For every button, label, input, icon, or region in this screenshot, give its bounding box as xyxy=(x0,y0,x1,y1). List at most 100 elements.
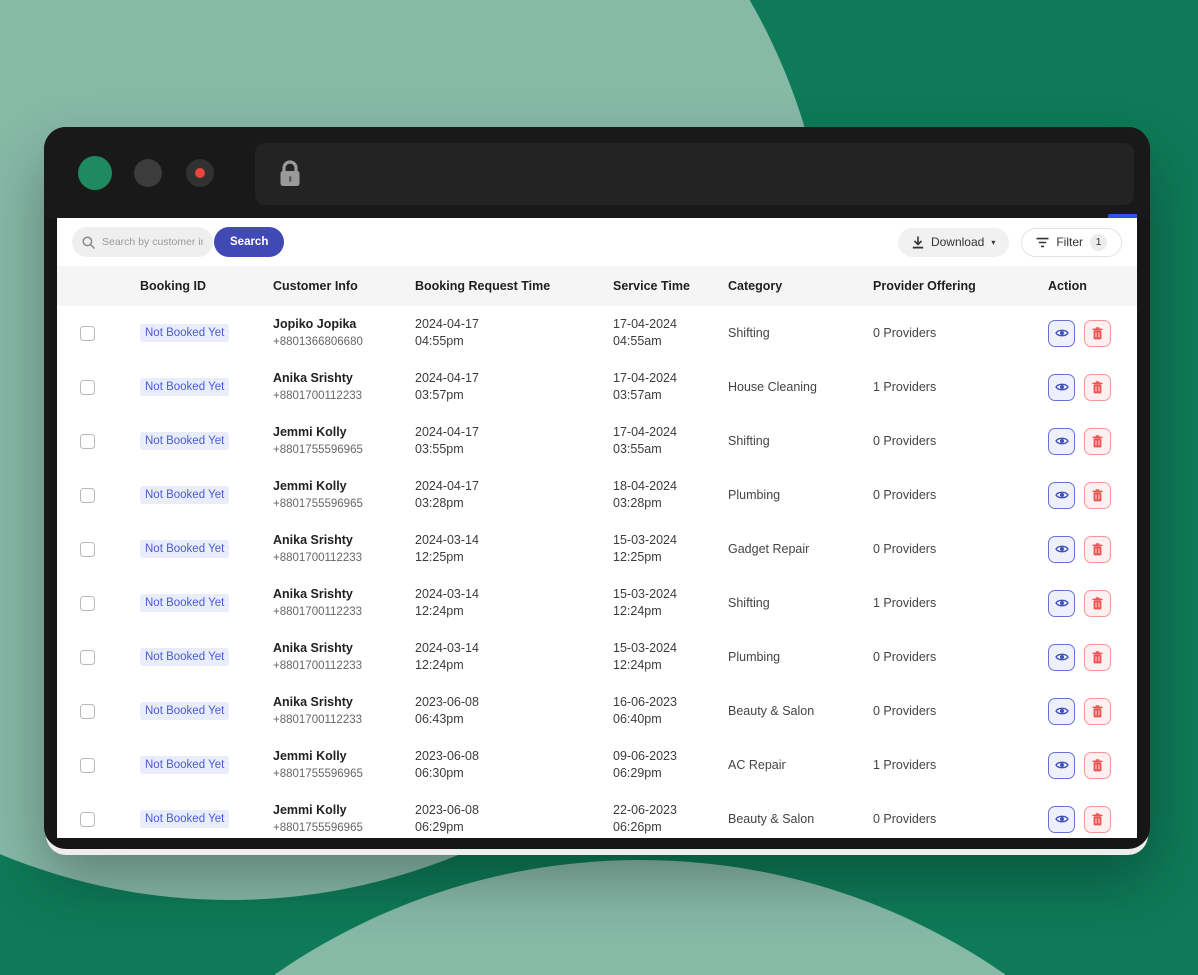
booking-status-chip[interactable]: Not Booked Yet xyxy=(140,432,229,450)
booking-request-time-cell: 2024-03-14 12:25pm xyxy=(392,532,590,567)
trash-icon xyxy=(1092,543,1103,556)
booking-request-time-cell: 2024-04-17 03:57pm xyxy=(392,370,590,405)
header-booking-request-time: Booking Request Time xyxy=(392,279,590,293)
booking-request-time-cell: 2023-06-08 06:29pm xyxy=(392,802,590,837)
service-time-cell: 15-03-2024 12:24pm xyxy=(590,586,705,621)
window-close-dot[interactable] xyxy=(78,156,112,190)
view-button[interactable] xyxy=(1048,806,1075,833)
customer-phone: +8801700112233 xyxy=(273,712,392,728)
filter-count-badge: 1 xyxy=(1090,234,1107,251)
booking-status-chip[interactable]: Not Booked Yet xyxy=(140,594,229,612)
row-checkbox[interactable] xyxy=(80,758,95,773)
request-date: 2023-06-08 xyxy=(415,802,590,820)
booking-request-time-cell: 2024-04-17 03:55pm xyxy=(392,424,590,459)
service-time-cell: 16-06-2023 06:40pm xyxy=(590,694,705,729)
provider-offering-cell: 1 Providers xyxy=(850,380,1025,394)
window-record-dot[interactable] xyxy=(186,159,214,187)
delete-button[interactable] xyxy=(1084,590,1111,617)
customer-phone: +8801700112233 xyxy=(273,550,392,566)
view-button[interactable] xyxy=(1048,644,1075,671)
view-button[interactable] xyxy=(1048,320,1075,347)
service-time: 03:55am xyxy=(613,441,705,459)
booking-status-chip[interactable]: Not Booked Yet xyxy=(140,486,229,504)
view-button[interactable] xyxy=(1048,374,1075,401)
eye-icon xyxy=(1055,328,1069,338)
category-cell: Shifting xyxy=(705,326,850,340)
delete-button[interactable] xyxy=(1084,428,1111,455)
booking-id-cell: Not Booked Yet xyxy=(117,324,250,342)
booking-status-chip[interactable]: Not Booked Yet xyxy=(140,540,229,558)
download-button[interactable]: Download ▾ xyxy=(898,228,1009,257)
delete-button[interactable] xyxy=(1084,698,1111,725)
request-time: 12:25pm xyxy=(415,549,590,567)
chevron-down-icon: ▾ xyxy=(991,238,995,247)
delete-button[interactable] xyxy=(1084,644,1111,671)
service-time-cell: 17-04-2024 03:55am xyxy=(590,424,705,459)
view-button[interactable] xyxy=(1048,482,1075,509)
provider-offering-cell: 0 Providers xyxy=(850,326,1025,340)
row-checkbox[interactable] xyxy=(80,434,95,449)
view-button[interactable] xyxy=(1048,590,1075,617)
delete-button[interactable] xyxy=(1084,536,1111,563)
booking-status-chip[interactable]: Not Booked Yet xyxy=(140,324,229,342)
row-checkbox[interactable] xyxy=(80,812,95,827)
view-button[interactable] xyxy=(1048,698,1075,725)
row-checkbox[interactable] xyxy=(80,596,95,611)
row-checkbox[interactable] xyxy=(80,704,95,719)
service-time-cell: 22-06-2023 06:26pm xyxy=(590,802,705,837)
booking-status-chip[interactable]: Not Booked Yet xyxy=(140,702,229,720)
view-button[interactable] xyxy=(1048,428,1075,455)
request-date: 2024-03-14 xyxy=(415,532,590,550)
row-select-cell xyxy=(57,488,117,503)
action-cell xyxy=(1025,374,1137,401)
customer-info-cell: Anika Srishty +8801700112233 xyxy=(250,640,392,674)
customer-phone: +8801366806680 xyxy=(273,334,392,350)
customer-name: Anika Srishty xyxy=(273,694,392,712)
lock-icon xyxy=(277,159,303,189)
category-cell: Beauty & Salon xyxy=(705,812,850,826)
filter-button[interactable]: Filter 1 xyxy=(1021,228,1122,257)
row-checkbox[interactable] xyxy=(80,650,95,665)
delete-button[interactable] xyxy=(1084,482,1111,509)
row-checkbox[interactable] xyxy=(80,380,95,395)
filter-icon xyxy=(1036,237,1049,248)
booking-status-chip[interactable]: Not Booked Yet xyxy=(140,648,229,666)
row-select-cell xyxy=(57,812,117,827)
customer-info-cell: Jemmi Kolly +8801755596965 xyxy=(250,424,392,458)
delete-button[interactable] xyxy=(1084,806,1111,833)
booking-status-chip[interactable]: Not Booked Yet xyxy=(140,756,229,774)
trash-icon xyxy=(1092,435,1103,448)
row-checkbox[interactable] xyxy=(80,542,95,557)
category-cell: Shifting xyxy=(705,434,850,448)
toolbar: Search Download ▾ xyxy=(57,218,1137,266)
customer-name: Anika Srishty xyxy=(273,370,392,388)
action-cell xyxy=(1025,806,1137,833)
request-date: 2024-04-17 xyxy=(415,370,590,388)
header-customer-info: Customer Info xyxy=(250,279,392,293)
booking-id-cell: Not Booked Yet xyxy=(117,648,250,666)
row-checkbox[interactable] xyxy=(80,488,95,503)
row-checkbox[interactable] xyxy=(80,326,95,341)
search-input[interactable] xyxy=(72,227,213,257)
page-content: Search Download ▾ xyxy=(57,218,1137,838)
booking-request-time-cell: 2024-04-17 03:28pm xyxy=(392,478,590,513)
search-button[interactable]: Search xyxy=(214,227,284,257)
view-button[interactable] xyxy=(1048,752,1075,779)
service-time: 06:29pm xyxy=(613,765,705,783)
booking-status-chip[interactable]: Not Booked Yet xyxy=(140,378,229,396)
window-minimize-dot[interactable] xyxy=(134,159,162,187)
customer-phone: +8801700112233 xyxy=(273,604,392,620)
address-bar[interactable] xyxy=(255,143,1134,205)
row-select-cell xyxy=(57,596,117,611)
customer-phone: +8801700112233 xyxy=(273,388,392,404)
category-cell: Plumbing xyxy=(705,650,850,664)
trash-icon xyxy=(1092,759,1103,772)
delete-button[interactable] xyxy=(1084,752,1111,779)
request-date: 2023-06-08 xyxy=(415,748,590,766)
delete-button[interactable] xyxy=(1084,374,1111,401)
delete-button[interactable] xyxy=(1084,320,1111,347)
request-time: 04:55pm xyxy=(415,333,590,351)
booking-status-chip[interactable]: Not Booked Yet xyxy=(140,810,229,828)
view-button[interactable] xyxy=(1048,536,1075,563)
trash-icon xyxy=(1092,327,1103,340)
